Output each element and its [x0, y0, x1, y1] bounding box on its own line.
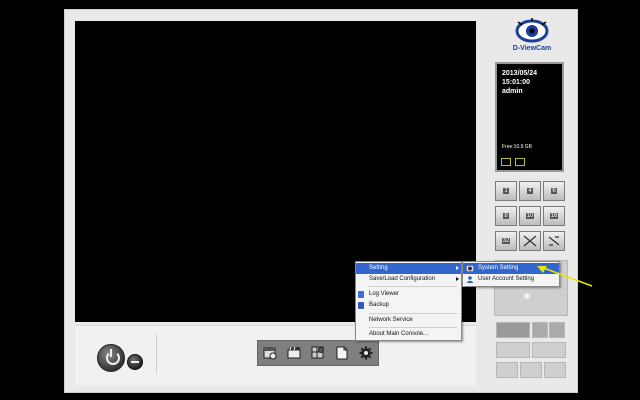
log-viewer-icon — [358, 291, 364, 298]
layout-6-button[interactable]: 6 — [543, 181, 565, 201]
auto-scan-button[interactable] — [543, 231, 565, 251]
auto-button[interactable] — [544, 362, 566, 378]
layout-8-button[interactable]: 8 — [495, 206, 517, 226]
layout-1-button[interactable]: 1 — [495, 181, 517, 201]
annotation-arrow-icon — [537, 266, 593, 287]
preset-button[interactable] — [496, 342, 530, 358]
main-toolbar — [257, 340, 379, 366]
fullscreen-button[interactable] — [519, 231, 541, 251]
menu-divider — [369, 313, 457, 314]
menu-divider — [369, 327, 457, 328]
network-icon — [515, 158, 525, 166]
patrol-button[interactable] — [532, 342, 566, 358]
schedule-icon[interactable] — [258, 341, 282, 365]
fullscreen-icon — [523, 235, 537, 247]
menu-item-about[interactable]: About Main Console... — [356, 329, 461, 340]
status-time: 15:01:00 — [502, 79, 531, 86]
gear-icon[interactable] — [354, 341, 378, 365]
report-icon[interactable] — [330, 341, 354, 365]
minimize-button[interactable] — [127, 354, 143, 370]
center-button[interactable] — [520, 362, 542, 378]
iris-button[interactable] — [496, 362, 518, 378]
menu-item-setting[interactable]: Setting — [356, 263, 461, 274]
power-button[interactable] — [97, 344, 125, 372]
menu-item-log-viewer[interactable]: Log Viewer — [356, 289, 461, 300]
menu-item-save-load-configuration[interactable]: Save/Load Configuration — [356, 274, 461, 285]
layout-32-button[interactable]: 32 — [495, 231, 517, 251]
focus-button[interactable] — [496, 322, 530, 338]
user-account-icon — [466, 276, 474, 283]
system-setting-icon — [466, 265, 474, 272]
status-date: 2013/05/24 — [502, 70, 538, 77]
layout-16-button[interactable]: 16 — [543, 206, 565, 226]
status-panel: 2013/05/24 15:01:00 admin Free:10.9 GB — [495, 62, 564, 172]
backup-icon — [358, 302, 364, 309]
event-icon[interactable] — [306, 341, 330, 365]
free-space: Free:10.9 GB — [502, 144, 533, 150]
hdd-icon — [501, 158, 511, 166]
menu-item-network-service[interactable]: Network Service — [356, 315, 461, 326]
context-menu: Setting Save/Load Configuration Log View… — [355, 261, 462, 341]
menu-divider — [369, 286, 457, 287]
layout-4-button[interactable]: 4 — [519, 181, 541, 201]
status-icons — [501, 158, 525, 166]
layout-10-button[interactable]: 10 — [519, 206, 541, 226]
brand-name: D-ViewCam — [512, 45, 552, 52]
recording-icon[interactable] — [282, 341, 306, 365]
zoom-in-button[interactable] — [532, 322, 548, 338]
tilt-down-icon[interactable] — [524, 293, 530, 299]
status-user: admin — [502, 88, 523, 95]
menu-item-backup[interactable]: Backup — [356, 300, 461, 311]
auto-scan-icon — [548, 236, 560, 246]
zoom-out-button[interactable] — [549, 322, 565, 338]
divider — [156, 334, 157, 374]
